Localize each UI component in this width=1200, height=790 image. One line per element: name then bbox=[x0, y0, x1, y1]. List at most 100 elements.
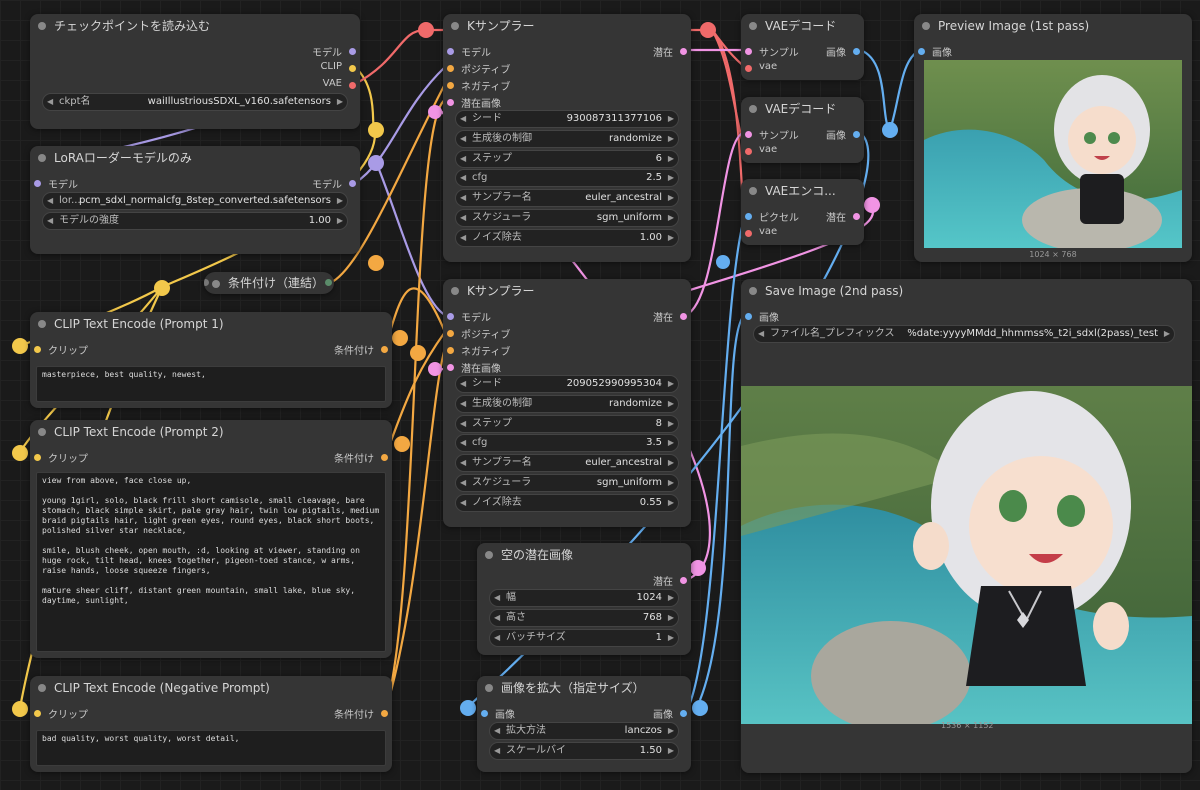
reroute-knob[interactable] bbox=[716, 255, 730, 269]
output-label: 条件付け bbox=[334, 710, 374, 721]
reroute-knob[interactable] bbox=[418, 22, 434, 38]
input-image[interactable]: 画像 bbox=[481, 706, 515, 721]
node-vae-encode[interactable]: VAEエンコ... ピクセル vae 潜在 bbox=[741, 179, 864, 245]
widget-1[interactable]: 生成後の制御 randomize bbox=[455, 394, 679, 413]
output-conditioning[interactable]: 条件付け bbox=[334, 706, 388, 721]
input-clip[interactable]: クリップ bbox=[34, 342, 88, 357]
reroute-knob[interactable] bbox=[12, 701, 28, 717]
input-pixels[interactable]: ピクセル bbox=[745, 209, 799, 224]
output-latent[interactable]: 潜在 bbox=[826, 209, 860, 224]
input-model[interactable]: モデル bbox=[34, 176, 78, 191]
input-negative[interactable]: ネガティブ bbox=[447, 78, 510, 93]
height-number[interactable]: 高さ 768 bbox=[489, 609, 679, 627]
reroute-knob[interactable] bbox=[12, 445, 28, 461]
widget-3[interactable]: cfg 3.5 bbox=[455, 434, 679, 453]
lora-name-combo[interactable]: lor...pcm_sdxl_normalcfg_8step_converted… bbox=[42, 192, 348, 210]
input-vae[interactable]: vae bbox=[745, 226, 777, 237]
input-image[interactable]: 画像 bbox=[745, 309, 779, 324]
reroute-knob[interactable] bbox=[12, 338, 28, 354]
input-vae[interactable]: vae bbox=[745, 144, 777, 155]
output-conditioning[interactable]: 条件付け bbox=[334, 342, 388, 357]
reroute-knob[interactable] bbox=[882, 122, 898, 138]
widget-5[interactable]: スケジューラ sgm_uniform bbox=[455, 474, 679, 492]
input-positive[interactable]: ポジティブ bbox=[447, 61, 510, 76]
widget-4[interactable]: サンプラー名 euler_ancestral bbox=[455, 454, 679, 473]
reroute-knob[interactable] bbox=[692, 700, 708, 716]
preview-thumbnail[interactable] bbox=[924, 60, 1182, 248]
ckpt-name-combo[interactable]: ckpt名 waiIllustriousSDXL_v160.safetensors bbox=[42, 93, 348, 111]
widget-2[interactable]: ステップ 6 bbox=[455, 149, 679, 168]
prompt-textarea[interactable]: masterpiece, best quality, newest, bbox=[36, 366, 386, 402]
input-clip[interactable]: クリップ bbox=[34, 450, 88, 465]
widget-2[interactable]: ステップ 8 bbox=[455, 414, 679, 433]
reroute-knob[interactable] bbox=[864, 197, 880, 213]
node-lora-loader[interactable]: LoRAローダーモデルのみ モデル モデル lor...pcm_sdxl_nor… bbox=[30, 146, 360, 254]
upscale-method-combo[interactable]: 拡大方法 lanczos bbox=[489, 722, 679, 740]
reroute-knob[interactable] bbox=[428, 105, 442, 119]
node-preview-image[interactable]: Preview Image (1st pass) 画像 1024 × 768 bbox=[914, 14, 1192, 262]
prompt-textarea[interactable]: bad quality, worst quality, worst detail… bbox=[36, 730, 386, 766]
output-latent[interactable]: 潜在 bbox=[653, 44, 687, 59]
widget-3[interactable]: cfg 2.5 bbox=[455, 169, 679, 188]
widget-5[interactable]: スケジューラ sgm_uniform bbox=[455, 209, 679, 227]
input-samples[interactable]: サンプル bbox=[745, 44, 799, 59]
output-model[interactable]: モデル bbox=[312, 44, 356, 59]
input-negative[interactable]: ネガティブ bbox=[447, 343, 510, 358]
node-vae-decode-1[interactable]: VAEデコード サンプル vae 画像 bbox=[741, 14, 864, 80]
reroute-knob[interactable] bbox=[368, 255, 384, 271]
reroute-knob[interactable] bbox=[154, 280, 170, 296]
output-socket[interactable] bbox=[325, 279, 332, 286]
node-conditioning-concat[interactable]: 条件付け（連結） bbox=[204, 272, 334, 294]
input-clip[interactable]: クリップ bbox=[34, 706, 88, 721]
widget-6[interactable]: ノイズ除去 0.55 bbox=[455, 493, 679, 512]
input-latent[interactable]: 潜在画像 bbox=[447, 360, 501, 375]
scale-by-number[interactable]: スケールバイ 1.50 bbox=[489, 742, 679, 760]
node-image-scale[interactable]: 画像を拡大（指定サイズ） 画像 画像 拡大方法 lanczos スケールバイ 1.5… bbox=[477, 676, 691, 772]
reroute-knob[interactable] bbox=[394, 436, 410, 452]
reroute-knob[interactable] bbox=[392, 330, 408, 346]
widget-6[interactable]: ノイズ除去 1.00 bbox=[455, 228, 679, 247]
output-image[interactable]: 画像 bbox=[826, 44, 860, 59]
widget-0[interactable]: シード 209052990995304 bbox=[455, 375, 679, 393]
reroute-knob[interactable] bbox=[428, 362, 442, 376]
input-vae[interactable]: vae bbox=[745, 61, 777, 72]
node-clip-text-encode-negative[interactable]: CLIP Text Encode (Negative Prompt) クリップ … bbox=[30, 676, 392, 772]
node-vae-decode-2[interactable]: VAEデコード サンプル vae 画像 bbox=[741, 97, 864, 163]
saved-image[interactable] bbox=[741, 386, 1192, 724]
reroute-knob[interactable] bbox=[368, 155, 384, 171]
node-checkpoint-loader[interactable]: チェックポイントを読み込む モデル CLIP VAE ckpt名 waiIllus… bbox=[30, 14, 360, 129]
reroute-knob[interactable] bbox=[460, 700, 476, 716]
lora-strength-number[interactable]: モデルの強度 1.00 bbox=[42, 212, 348, 230]
prompt-textarea[interactable]: view from above, face close up, young 1g… bbox=[36, 472, 386, 652]
reroute-knob[interactable] bbox=[410, 345, 426, 361]
input-positive[interactable]: ポジティブ bbox=[447, 326, 510, 341]
output-latent[interactable]: 潜在 bbox=[653, 573, 687, 588]
reroute-knob[interactable] bbox=[690, 560, 706, 576]
widget-0[interactable]: シード 930087311377106 bbox=[455, 110, 679, 128]
input-latent[interactable]: 潜在画像 bbox=[447, 95, 501, 110]
node-ksampler-2[interactable]: Kサンプラー モデル ポジティブ ネガティブ 潜在画像 潜在 シード 209052… bbox=[443, 279, 691, 527]
output-model[interactable]: モデル bbox=[312, 176, 356, 191]
node-ksampler-1[interactable]: Kサンプラー モデル ポジティブ ネガティブ 潜在画像 潜在 シード 930087… bbox=[443, 14, 691, 262]
output-image[interactable]: 画像 bbox=[653, 706, 687, 721]
node-empty-latent[interactable]: 空の潜在画像 潜在 幅 1024 高さ 768 バッチサイズ 1 bbox=[477, 543, 691, 655]
input-model[interactable]: モデル bbox=[447, 309, 491, 324]
node-save-image[interactable]: Save Image (2nd pass) 画像 ファイル名_プレフィックス %d… bbox=[741, 279, 1192, 773]
input-samples[interactable]: サンプル bbox=[745, 127, 799, 142]
width-number[interactable]: 幅 1024 bbox=[489, 589, 679, 607]
output-image[interactable]: 画像 bbox=[826, 127, 860, 142]
output-vae[interactable]: VAE bbox=[323, 78, 356, 89]
node-clip-text-encode-prompt1[interactable]: CLIP Text Encode (Prompt 1) クリップ 条件付け ma… bbox=[30, 312, 392, 408]
reroute-knob[interactable] bbox=[368, 122, 384, 138]
widget-1[interactable]: 生成後の制御 randomize bbox=[455, 129, 679, 148]
output-clip[interactable]: CLIP bbox=[320, 61, 356, 72]
node-clip-text-encode-prompt2[interactable]: CLIP Text Encode (Prompt 2) クリップ 条件付け vi… bbox=[30, 420, 392, 658]
input-model[interactable]: モデル bbox=[447, 44, 491, 59]
output-latent[interactable]: 潜在 bbox=[653, 309, 687, 324]
output-conditioning[interactable]: 条件付け bbox=[334, 450, 388, 465]
reroute-knob[interactable] bbox=[700, 22, 716, 38]
filename-prefix-input[interactable]: ファイル名_プレフィックス %date:yyyyMMdd_hhmmss%_t2i_… bbox=[753, 325, 1175, 343]
input-image[interactable]: 画像 bbox=[918, 44, 952, 59]
widget-4[interactable]: サンプラー名 euler_ancestral bbox=[455, 189, 679, 208]
batch-size-number[interactable]: バッチサイズ 1 bbox=[489, 629, 679, 647]
